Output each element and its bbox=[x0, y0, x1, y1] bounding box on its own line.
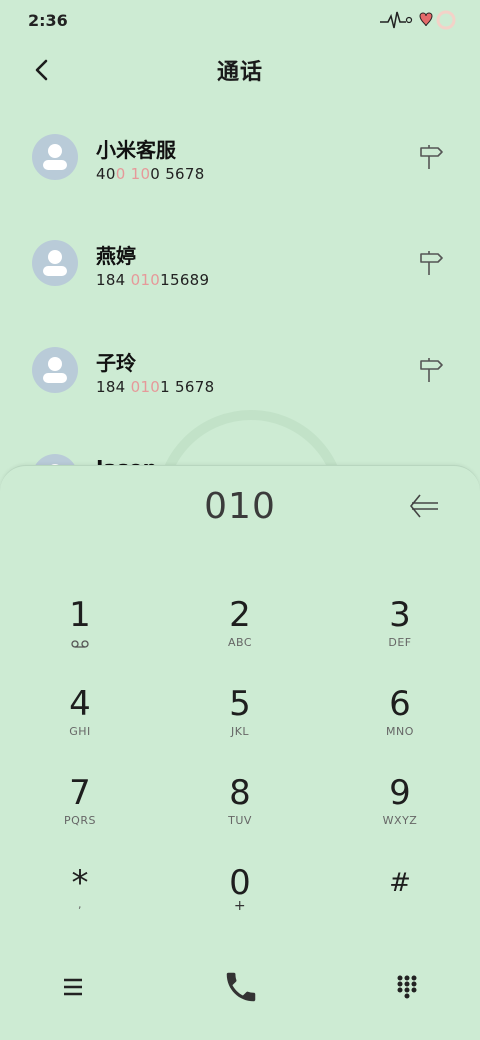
key-8[interactable]: 8 TUV bbox=[180, 774, 300, 854]
phone-icon[interactable] bbox=[222, 968, 260, 1006]
key-6[interactable]: 6 MNO bbox=[340, 685, 460, 765]
heart-icon bbox=[419, 12, 433, 27]
key-7[interactable]: 7 PQRS bbox=[20, 774, 140, 854]
signpost-icon[interactable] bbox=[418, 357, 444, 383]
status-time: 2:36 bbox=[28, 11, 68, 30]
signpost-icon[interactable] bbox=[418, 144, 444, 170]
contact-name: 小米客服 bbox=[96, 138, 176, 162]
backspace-icon[interactable] bbox=[408, 492, 440, 520]
key-4[interactable]: 4 GHI bbox=[20, 685, 140, 765]
contact-number: 184 0101 5678 bbox=[96, 378, 215, 396]
contact-item[interactable]: 小米客服 400 100 5678 bbox=[0, 104, 480, 210]
key-2[interactable]: 2 ABC bbox=[180, 596, 300, 676]
status-icons bbox=[380, 10, 456, 30]
avatar bbox=[32, 134, 78, 180]
ring-icon bbox=[436, 10, 456, 30]
key-hash[interactable]: # bbox=[340, 864, 460, 944]
status-bar: 2:36 bbox=[0, 0, 480, 40]
key-5[interactable]: 5 JKL bbox=[180, 685, 300, 765]
contact-name: 燕婷 bbox=[96, 244, 136, 268]
avatar bbox=[32, 240, 78, 286]
contact-number: 184 01015689 bbox=[96, 271, 210, 289]
contact-number: 400 100 5678 bbox=[96, 165, 205, 183]
contact-item[interactable]: 燕婷 184 01015689 bbox=[0, 210, 480, 316]
key-9[interactable]: 9 WXYZ bbox=[340, 774, 460, 854]
page-title: 通话 bbox=[216, 60, 263, 85]
bottom-bar bbox=[0, 960, 480, 1020]
menu-icon[interactable] bbox=[58, 972, 88, 1002]
dialpad-panel: 010 1 2 ABC 3 DEF 4 GHI 5 JKL 6 MNO 7 PQ… bbox=[0, 465, 480, 1040]
heartbeat-icon bbox=[380, 11, 413, 29]
key-1[interactable]: 1 bbox=[20, 596, 140, 676]
contact-name: 子玲 bbox=[96, 351, 136, 375]
key-star[interactable]: * , bbox=[20, 864, 140, 944]
header: 通话 bbox=[0, 40, 480, 100]
signpost-icon[interactable] bbox=[418, 250, 444, 276]
key-3[interactable]: 3 DEF bbox=[340, 596, 460, 676]
key-0[interactable]: 0 + bbox=[180, 864, 300, 944]
voicemail-icon bbox=[71, 640, 89, 648]
avatar bbox=[32, 347, 78, 393]
contact-item[interactable]: 子玲 184 0101 5678 bbox=[0, 317, 480, 423]
keypad-icon[interactable] bbox=[392, 972, 422, 1002]
